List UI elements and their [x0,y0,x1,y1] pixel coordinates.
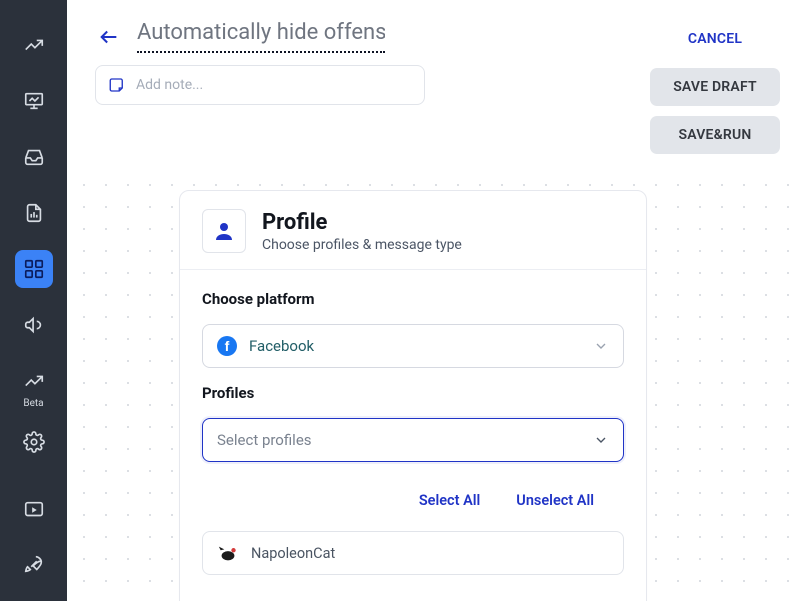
arrow-left-icon [98,26,120,48]
nav-megaphone[interactable] [15,306,53,344]
facebook-icon: f [217,336,237,356]
play-icon [23,499,45,521]
rocket-icon [23,553,45,575]
nav-inbox[interactable] [15,138,53,176]
note-placeholder: Add note... [136,77,203,93]
card-subtitle: Choose profiles & message type [262,237,462,253]
megaphone-icon [23,314,45,336]
nav-play[interactable] [15,491,53,529]
chevron-down-icon [593,432,609,448]
user-icon [212,219,236,243]
title-input[interactable]: Automatically hide offensive comments [137,20,385,53]
platform-select[interactable]: f Facebook [202,324,624,368]
nav-automation[interactable] [15,250,53,288]
cancel-button[interactable]: CANCEL [650,20,780,58]
unselect-all-button[interactable]: Unselect All [516,492,594,509]
header: Automatically hide offensive comments Ad… [67,0,800,166]
inbox-icon [23,146,45,168]
chart-line-icon [23,370,45,392]
chevron-down-icon [593,338,609,354]
platform-value: Facebook [249,337,314,355]
profiles-select[interactable]: Select profiles [202,418,624,462]
nav-reports[interactable] [15,194,53,232]
profiles-label: Profiles [202,384,624,402]
sidebar: Beta [0,0,67,601]
main: Automatically hide offensive comments Ad… [67,0,800,601]
automation-icon [23,258,45,280]
profile-card: Profile Choose profiles & message type C… [179,190,647,601]
select-all-button[interactable]: Select All [419,492,480,509]
napoleoncat-icon [217,544,239,562]
nav-rocket[interactable] [15,545,53,583]
save-draft-button[interactable]: SAVE DRAFT [650,68,780,106]
nav-presentation[interactable] [15,82,53,120]
page-title: Automatically hide offensive comments [137,20,385,45]
gear-icon [23,431,45,453]
nav-analytics[interactable] [15,26,53,64]
title-underline [137,51,385,53]
profile-option-label: NapoleonCat [251,545,335,562]
profile-icon-box [202,209,246,253]
report-icon [23,202,45,224]
nav-analytics-beta[interactable] [15,362,53,400]
save-run-button[interactable]: SAVE&RUN [650,116,780,154]
presentation-icon [23,90,45,112]
back-button[interactable] [95,23,123,51]
card-title: Profile [262,210,462,235]
platform-label: Choose platform [202,290,624,308]
profiles-placeholder: Select profiles [217,431,312,449]
card-header: Profile Choose profiles & message type [180,191,646,270]
profiles-dropdown: Select All Unselect All NapoleonCat [180,474,646,597]
note-input[interactable]: Add note... [95,65,425,105]
header-actions: CANCEL SAVE DRAFT SAVE&RUN [650,20,780,154]
note-icon [108,76,126,94]
nav-settings[interactable] [15,423,53,461]
chart-line-icon [23,34,45,56]
profile-option-napoleoncat[interactable]: NapoleonCat [202,531,624,575]
